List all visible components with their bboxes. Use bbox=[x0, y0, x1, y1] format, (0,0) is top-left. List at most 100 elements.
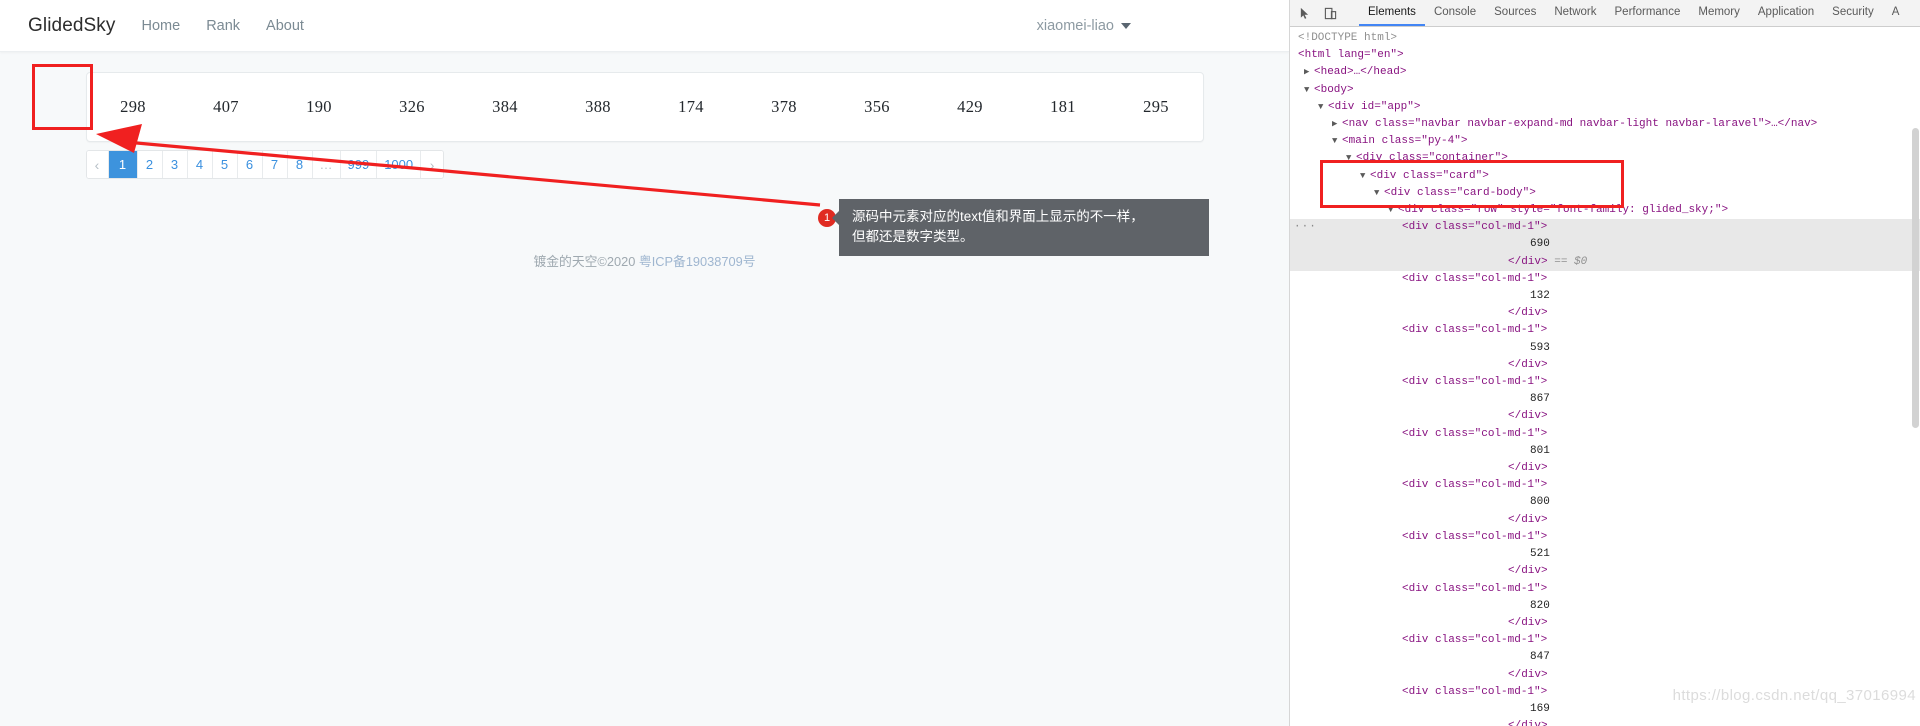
dom-node-nav[interactable]: ▶ <nav class="navbar navbar-expand-md nav… bbox=[1290, 116, 1920, 133]
pagination-page-4[interactable]: 4 bbox=[187, 151, 213, 178]
pagination-page-1[interactable]: 1 bbox=[108, 151, 138, 178]
annotation-line-2: 但都还是数字类型。 bbox=[852, 229, 974, 244]
tab-application[interactable]: Application bbox=[1749, 0, 1823, 26]
collapse-triangle-icon[interactable]: ▼ bbox=[1304, 82, 1314, 99]
tab-performance[interactable]: Performance bbox=[1606, 0, 1690, 26]
dom-node-col[interactable]: <div class="col-md-1"> bbox=[1290, 632, 1920, 649]
expand-triangle-icon[interactable]: ▶ bbox=[1332, 116, 1342, 133]
number-cell: 298 bbox=[120, 97, 146, 116]
devtools-scrollbar-thumb[interactable] bbox=[1912, 128, 1919, 428]
pagination-page-5[interactable]: 5 bbox=[212, 151, 238, 178]
dom-value-text: 521 bbox=[1530, 548, 1550, 561]
tab-audits[interactable]: A bbox=[1883, 0, 1909, 26]
footer-icp-link[interactable]: 粤ICP备19038709号 bbox=[639, 254, 756, 269]
collapse-triangle-icon[interactable]: ▼ bbox=[1388, 202, 1398, 219]
dom-node-col-value: 800 bbox=[1290, 494, 1920, 511]
dom-node-col-close: </div> bbox=[1290, 615, 1920, 632]
dom-node-col[interactable]: <div class="col-md-1"> bbox=[1290, 271, 1920, 288]
pagination-page-999[interactable]: 999 bbox=[340, 151, 378, 178]
tab-elements[interactable]: Elements bbox=[1359, 0, 1425, 26]
dom-value-text: 132 bbox=[1530, 290, 1550, 303]
dom-value-text: 847 bbox=[1530, 651, 1550, 664]
dom-head-text: <head>…</head> bbox=[1314, 66, 1407, 79]
tab-memory[interactable]: Memory bbox=[1689, 0, 1749, 26]
dom-col-open-text: <div class="col-md-1"> bbox=[1402, 376, 1548, 389]
annotation-callout: 1 源码中元素对应的text值和界面上显示的不一样， 但都还是数字类型。 bbox=[818, 199, 1209, 256]
dom-card-text: <div class="card"> bbox=[1370, 169, 1489, 182]
user-menu[interactable]: xiaomei-liao bbox=[1037, 18, 1261, 34]
brand-logo[interactable]: GlidedSky bbox=[28, 15, 116, 37]
pagination-page-6[interactable]: 6 bbox=[237, 151, 263, 178]
dom-node-container[interactable]: ▼ <div class="container"> bbox=[1290, 150, 1920, 167]
dom-node-app[interactable]: ▼ <div id="app"> bbox=[1290, 99, 1920, 116]
tab-network[interactable]: Network bbox=[1545, 0, 1605, 26]
dom-node-col[interactable]: <div class="col-md-1"> bbox=[1290, 374, 1920, 391]
annotation-text: 源码中元素对应的text值和界面上显示的不一样， 但都还是数字类型。 bbox=[832, 199, 1209, 256]
dom-app-text: <div id="app"> bbox=[1328, 100, 1421, 113]
inspect-element-icon[interactable] bbox=[1296, 4, 1315, 23]
number-cell: 384 bbox=[492, 97, 518, 116]
dom-col-close-text: </div> bbox=[1508, 255, 1548, 268]
dom-node-col-value: 801 bbox=[1290, 443, 1920, 460]
dom-node-main[interactable]: ▼ <main class="py-4"> bbox=[1290, 133, 1920, 150]
dom-col-open-text: <div class="col-md-1"> bbox=[1402, 324, 1548, 337]
more-options-icon[interactable]: ··· bbox=[1294, 219, 1317, 236]
pagination-page-1000[interactable]: 1000 bbox=[377, 151, 422, 178]
collapse-triangle-icon[interactable]: ▼ bbox=[1374, 185, 1384, 202]
nav-item-home[interactable]: Home bbox=[142, 18, 181, 34]
dom-node-col-close: </div> bbox=[1290, 357, 1920, 374]
pagination-page-8[interactable]: 8 bbox=[287, 151, 313, 178]
dom-node-html[interactable]: <html lang="en"> bbox=[1290, 47, 1920, 64]
dom-col-close-text: </div> bbox=[1508, 720, 1548, 726]
browser-page: GlidedSky Home Rank About xiaomei-liao 2… bbox=[0, 0, 1290, 726]
dom-col-close-text: </div> bbox=[1508, 513, 1548, 526]
pagination-ellipsis: … bbox=[312, 151, 341, 178]
dom-col-close-text: </div> bbox=[1508, 462, 1548, 475]
chevron-down-icon bbox=[1121, 22, 1131, 29]
dom-node-col-selected[interactable]: ··· <div class="col-md-1"> bbox=[1290, 219, 1920, 237]
dom-node-row[interactable]: ▼ <div class="row" style="font-family: gl… bbox=[1290, 202, 1920, 219]
number-cell: 326 bbox=[399, 97, 425, 116]
dom-node-card[interactable]: ▼ <div class="card"> bbox=[1290, 168, 1920, 185]
collapse-triangle-icon[interactable]: ▼ bbox=[1360, 168, 1370, 185]
pagination-prev[interactable]: ‹ bbox=[86, 151, 109, 178]
dom-node-body[interactable]: ▼ <body> bbox=[1290, 82, 1920, 99]
dom-value-text: 800 bbox=[1530, 496, 1550, 509]
user-name: xiaomei-liao bbox=[1036, 17, 1114, 34]
collapse-triangle-icon[interactable]: ▼ bbox=[1318, 99, 1328, 116]
dom-node-col[interactable]: <div class="col-md-1"> bbox=[1290, 529, 1920, 546]
number-cell: 407 bbox=[213, 97, 239, 116]
dom-row-text: <div class="row" style="font-family: gli… bbox=[1398, 204, 1729, 217]
dom-node-col-close: </div> bbox=[1290, 460, 1920, 477]
devtools-toolbar-icons bbox=[1290, 0, 1359, 26]
dom-col-close-text: </div> bbox=[1508, 307, 1548, 320]
dom-tree[interactable]: <!DOCTYPE html> <html lang="en"> ▶ <head>… bbox=[1290, 27, 1920, 726]
dom-node-col[interactable]: <div class="col-md-1"> bbox=[1290, 581, 1920, 598]
tab-sources[interactable]: Sources bbox=[1485, 0, 1545, 26]
pagination-page-3[interactable]: 3 bbox=[162, 151, 188, 178]
tab-console[interactable]: Console bbox=[1425, 0, 1485, 26]
dom-node-col-value: 132 bbox=[1290, 288, 1920, 305]
collapse-triangle-icon[interactable]: ▼ bbox=[1332, 133, 1342, 150]
pagination-page-2[interactable]: 2 bbox=[137, 151, 163, 178]
dom-col-open-text: <div class="col-md-1"> bbox=[1402, 530, 1548, 543]
dom-node-col[interactable]: <div class="col-md-1"> bbox=[1290, 322, 1920, 339]
expand-triangle-icon[interactable]: ▶ bbox=[1304, 64, 1314, 81]
nav-item-about[interactable]: About bbox=[266, 18, 304, 34]
pagination-next[interactable]: › bbox=[421, 151, 444, 178]
tab-security[interactable]: Security bbox=[1823, 0, 1883, 26]
device-toolbar-icon[interactable] bbox=[1321, 4, 1340, 23]
dom-node-doctype: <!DOCTYPE html> bbox=[1290, 30, 1920, 47]
collapse-triangle-icon[interactable]: ▼ bbox=[1346, 150, 1356, 167]
devtools-panel: Elements Console Sources Network Perform… bbox=[1290, 0, 1920, 726]
pagination-page-7[interactable]: 7 bbox=[262, 151, 288, 178]
number-cell: 295 bbox=[1143, 97, 1169, 116]
dom-node-col[interactable]: <div class="col-md-1"> bbox=[1290, 477, 1920, 494]
screenshot-root: GlidedSky Home Rank About xiaomei-liao 2… bbox=[0, 0, 1920, 726]
dom-node-col[interactable]: <div class="col-md-1"> bbox=[1290, 426, 1920, 443]
nav-item-rank[interactable]: Rank bbox=[206, 18, 240, 34]
dom-node-col-close: </div> bbox=[1290, 512, 1920, 529]
dom-node-head[interactable]: ▶ <head>…</head> bbox=[1290, 64, 1920, 81]
dom-node-card-body[interactable]: ▼ <div class="card-body"> bbox=[1290, 185, 1920, 202]
devtools-scrollbar[interactable] bbox=[1911, 28, 1920, 726]
